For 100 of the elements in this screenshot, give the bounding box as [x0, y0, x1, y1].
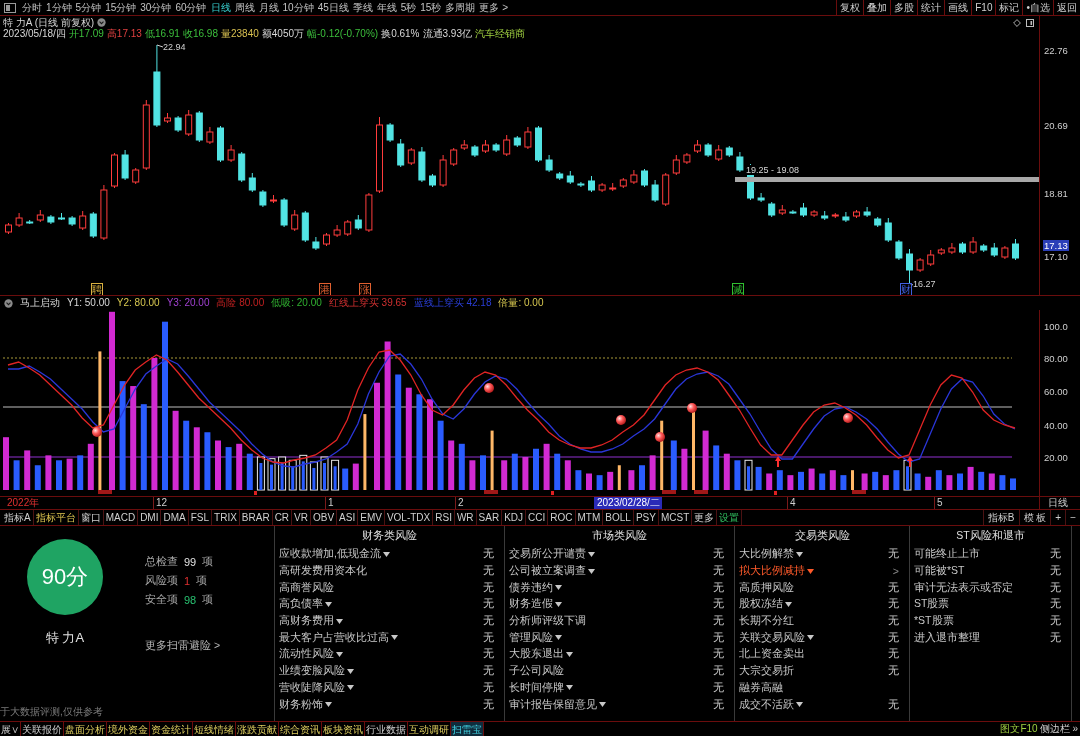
indicator-tab[interactable]: DMA [161, 510, 189, 525]
indicator-param: Y3: 20.00 [166, 297, 210, 309]
caret-icon[interactable] [807, 568, 814, 574]
risk-status: 无 [888, 664, 899, 679]
indicator-tab[interactable]: MACD [103, 510, 139, 525]
window-icon[interactable] [4, 2, 16, 13]
bottom-tab[interactable]: 综合资讯 [279, 722, 322, 736]
risk-status: 无 [483, 680, 494, 695]
period-tab[interactable]: 30分钟 [140, 0, 172, 15]
period-tab[interactable]: 月线 [258, 0, 279, 15]
indicator-tab[interactable]: CCI [526, 510, 549, 525]
indicator-tab[interactable]: RSI [433, 510, 455, 525]
risk-label: 拟大比例减持 [739, 564, 805, 579]
indicator-tab[interactable]: BRAR [239, 510, 273, 525]
caret-icon[interactable] [336, 651, 343, 657]
indicator-tab[interactable]: VOL-TDX [384, 510, 434, 525]
indicator-tab[interactable]: 指标平台 [33, 510, 79, 525]
period-tab[interactable]: 周线 [234, 0, 255, 15]
period-tab[interactable]: 1分钟 [46, 0, 72, 15]
risk-status: 无 [483, 547, 494, 562]
toolbar-button[interactable]: F10 [971, 0, 996, 15]
bottom-tab[interactable]: 扫雷宝 [451, 722, 484, 736]
indicator-tab[interactable]: 更多 [692, 510, 718, 525]
diamond-icon[interactable] [1013, 18, 1021, 27]
period-tab[interactable]: 更多 > [479, 0, 509, 15]
bottom-tab[interactable]: 境外资金 [107, 722, 150, 736]
indicator-param: 高险 80.00 [216, 297, 265, 309]
caret-icon[interactable] [555, 601, 562, 607]
caret-icon[interactable] [555, 585, 562, 591]
indicator-tab[interactable]: 设置 [717, 510, 743, 525]
period-tab[interactable]: 季线 [352, 0, 373, 15]
caret-icon[interactable] [807, 635, 814, 641]
group-title: ST风险和退市 [955, 528, 1026, 543]
period-tab[interactable]: 年线 [376, 0, 397, 15]
caret-icon[interactable] [325, 601, 332, 607]
bottom-tab[interactable]: 关联报价 [21, 722, 64, 736]
caret-icon[interactable] [796, 702, 803, 708]
caret-icon[interactable] [588, 568, 595, 574]
risk-status: 无 [713, 580, 724, 595]
bottom-tab[interactable]: 短线情绪 [193, 722, 236, 736]
bottom-tab[interactable]: 盘面分析 [64, 722, 107, 736]
period-tab[interactable]: 分时 [22, 0, 42, 15]
bottom-tab[interactable]: 资金统计 [150, 722, 193, 736]
indicator-tab[interactable]: ASI [337, 510, 359, 525]
caret-icon[interactable] [391, 635, 398, 641]
indicator-tab[interactable]: SAR [476, 510, 503, 525]
indicator-param: 红线上穿买 39.65 [328, 297, 407, 309]
panel-icon[interactable] [1026, 18, 1034, 27]
more-scan-link[interactable]: 更多扫雷避险 > [145, 639, 221, 653]
caret-icon[interactable] [566, 685, 573, 691]
caret-icon[interactable] [599, 702, 606, 708]
indicator-tab[interactable]: MCST [658, 510, 693, 525]
indicator-tab[interactable]: DMI [138, 510, 162, 525]
caret-icon[interactable] [347, 685, 354, 691]
indicator-tab[interactable]: MTM [575, 510, 604, 525]
indicator-tab[interactable]: 窗口 [78, 510, 104, 525]
risk-label: 财务造假 [509, 597, 553, 612]
caret-icon[interactable] [796, 551, 803, 557]
f10-link[interactable]: 图文F10 [1000, 722, 1038, 736]
caret-icon[interactable] [588, 551, 595, 557]
caret-icon[interactable] [555, 635, 562, 641]
caret-icon[interactable] [336, 618, 343, 624]
indicator-tab[interactable]: WR [454, 510, 477, 525]
bottom-tab[interactable]: 涨跌贡献 [236, 722, 279, 736]
bottom-tab[interactable]: 互动调研 [408, 722, 451, 736]
period-tab[interactable]: 10分钟 [282, 0, 314, 15]
indicator-tab[interactable]: FSL [188, 510, 213, 525]
period-tab[interactable]: 15秒 [420, 0, 442, 15]
bottom-tab[interactable]: 板块资讯 [322, 722, 365, 736]
bottom-tab[interactable]: 行业数据 [365, 722, 408, 736]
chevron-circle-icon[interactable] [4, 298, 13, 308]
indicator-tab[interactable]: EMV [358, 510, 385, 525]
indicator-tab[interactable]: TRIX [212, 510, 240, 525]
indicator-tab[interactable]: KDJ [502, 510, 527, 525]
indicator-tab[interactable]: VR [292, 510, 311, 525]
sidebar-toggle[interactable]: 侧边栏 » [1039, 722, 1078, 736]
period-tab[interactable]: 5秒 [400, 0, 417, 15]
indicator-tab[interactable]: 指标A [2, 510, 34, 525]
period-tab[interactable]: 日线 [210, 0, 231, 15]
indicator-tab[interactable]: PSY [633, 510, 659, 525]
indicator-tab[interactable]: OBV [311, 510, 338, 525]
caret-icon[interactable] [785, 601, 792, 607]
period-tab[interactable]: 多周期 [445, 0, 476, 15]
indicator-tab[interactable]: ROC [548, 510, 576, 525]
time-axis-label: 1 [325, 497, 336, 509]
risk-status: 无 [483, 697, 494, 712]
period-tab[interactable]: 60分钟 [175, 0, 207, 15]
caret-icon[interactable] [566, 651, 573, 657]
caret-icon[interactable] [382, 551, 390, 557]
bottom-tab[interactable]: 展∨ [0, 722, 21, 736]
caret-icon[interactable] [325, 702, 332, 708]
period-tab[interactable]: 45日线 [317, 0, 349, 15]
toolbar-button[interactable]: •自选 [1022, 0, 1053, 15]
indicator-tab[interactable]: BOLL [603, 510, 634, 525]
stat-value: 99 [184, 555, 197, 568]
caret-icon[interactable] [347, 668, 354, 674]
risk-status: 无 [483, 564, 494, 579]
period-tab[interactable]: 5分钟 [75, 0, 102, 15]
chevron-circle-icon[interactable] [97, 18, 107, 27]
period-tab[interactable]: 15分钟 [105, 0, 137, 15]
